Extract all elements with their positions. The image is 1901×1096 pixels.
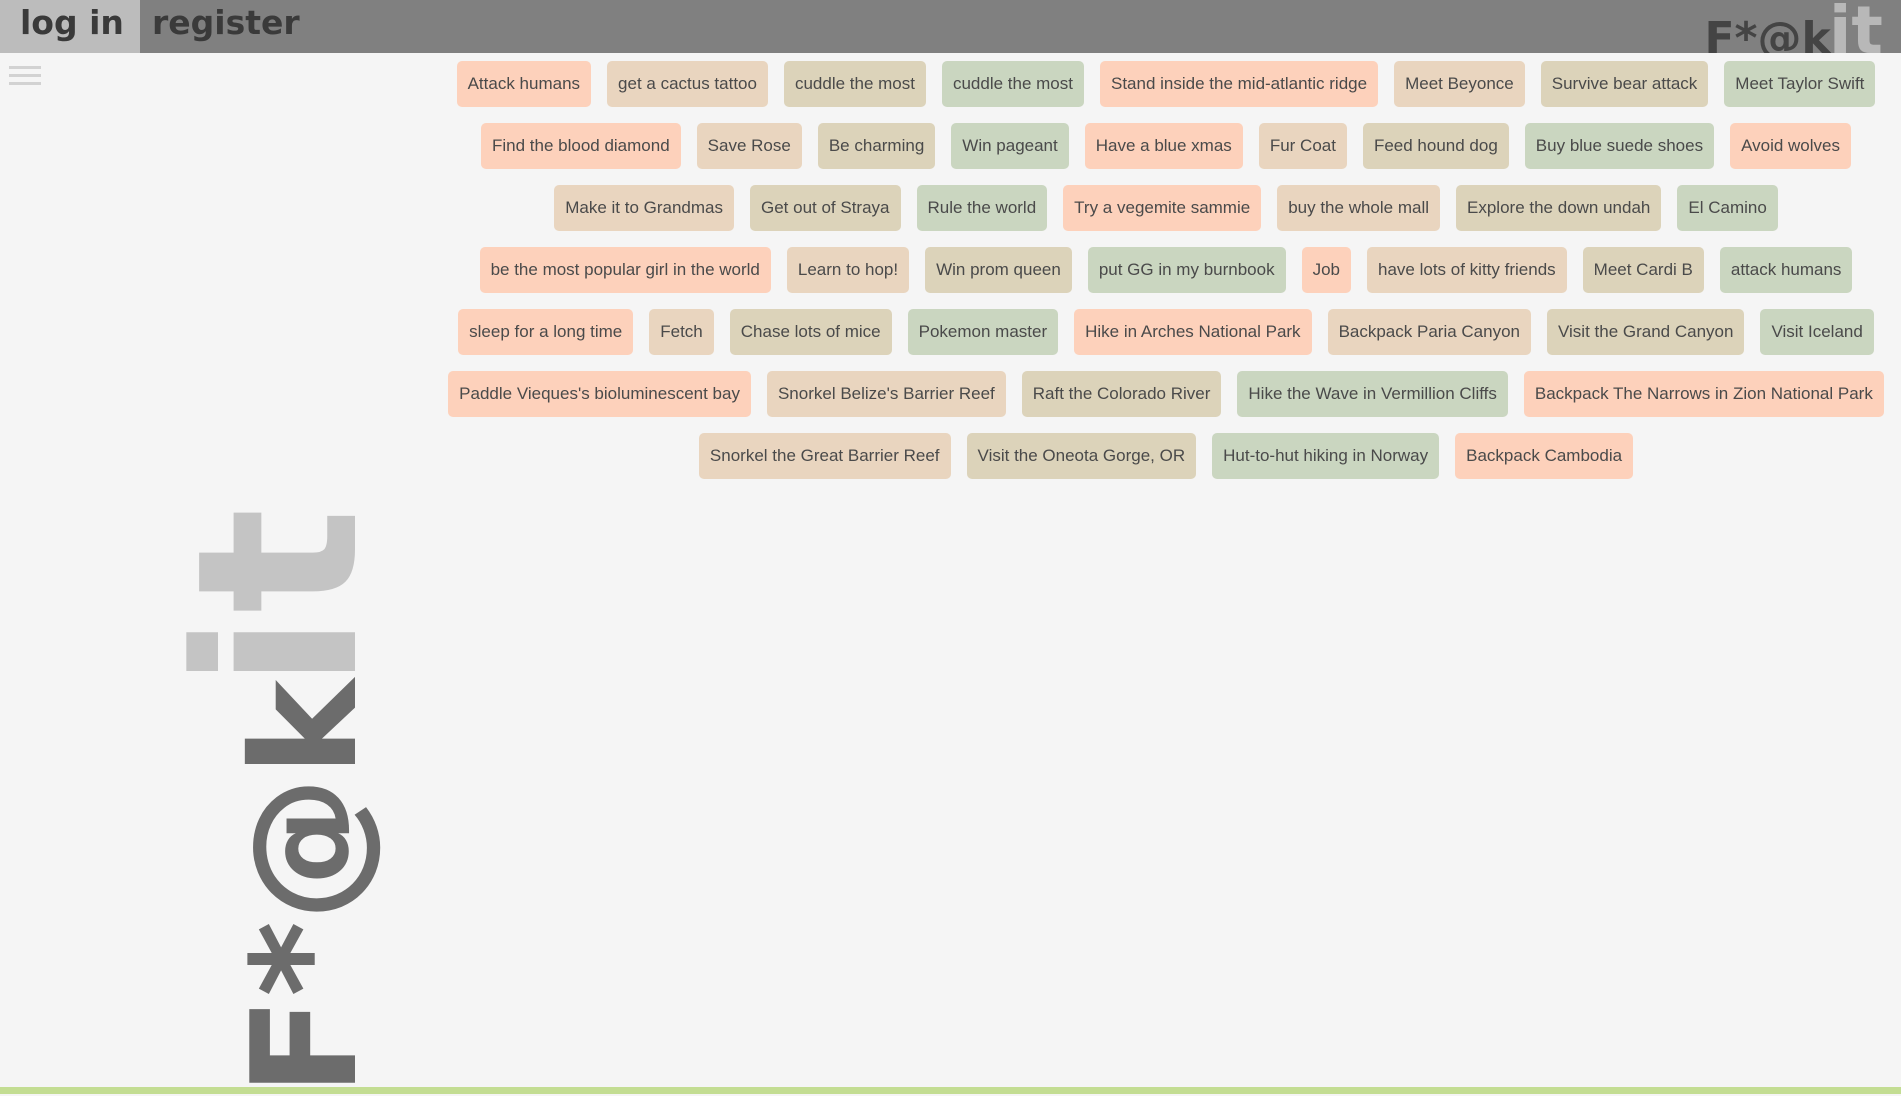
goal-tag[interactable]: Make it to Grandmas: [554, 185, 734, 231]
goal-tag[interactable]: attack humans: [1719, 247, 1853, 293]
goal-tag[interactable]: Stand inside the mid-atlantic ridge: [1099, 61, 1379, 107]
goal-tag[interactable]: buy the whole mall: [1277, 185, 1441, 231]
goal-row: sleep for a long time Fetch Chase lots of …: [446, 309, 1886, 355]
side-logo: F*@kit: [150, 507, 408, 1096]
goal-tag[interactable]: Buy blue suede shoes: [1524, 123, 1715, 169]
goal-tag[interactable]: Visit the Oneota Gorge, OR: [966, 433, 1197, 479]
goal-tag[interactable]: Try a vegemite sammie: [1063, 185, 1262, 231]
goal-tag[interactable]: Chase lots of mice: [729, 309, 892, 355]
goal-tag[interactable]: Be charming: [817, 123, 936, 169]
goal-tag[interactable]: Pokemon master: [907, 309, 1059, 355]
goal-tag[interactable]: cuddle the most: [941, 61, 1084, 107]
goal-tag[interactable]: Rule the world: [916, 185, 1048, 231]
goal-row: Paddle Vieques's bioluminescent bay Snork…: [446, 371, 1886, 417]
header-logo[interactable]: F*@kit: [1704, 0, 1883, 53]
menu-icon[interactable]: [9, 66, 41, 86]
top-nav-bar: log in register F*@kit: [0, 0, 1901, 53]
goal-tag[interactable]: Win prom queen: [925, 247, 1072, 293]
goal-tag[interactable]: Job: [1301, 247, 1352, 293]
goal-tag[interactable]: Paddle Vieques's bioluminescent bay: [448, 371, 751, 417]
side-logo-suffix: it: [150, 507, 408, 690]
goal-tag[interactable]: Win pageant: [951, 123, 1069, 169]
goal-tag[interactable]: Raft the Colorado River: [1021, 371, 1222, 417]
goal-row: Attack humans get a cactus tattoo cuddle t…: [446, 61, 1886, 107]
goal-tag[interactable]: Explore the down undah: [1456, 185, 1662, 231]
goal-tag[interactable]: Meet Beyonce: [1394, 61, 1525, 107]
goal-tag[interactable]: have lots of kitty friends: [1367, 247, 1567, 293]
goal-tag[interactable]: Meet Taylor Swift: [1724, 61, 1876, 107]
login-link[interactable]: log in: [0, 0, 140, 53]
header-logo-suffix: it: [1828, 0, 1883, 53]
goal-tag[interactable]: Hut-to-hut hiking in Norway: [1212, 433, 1440, 479]
goal-tag[interactable]: Avoid wolves: [1730, 123, 1851, 169]
goal-cloud: Attack humans get a cactus tattoo cuddle t…: [446, 61, 1886, 479]
side-logo-main: F*@k: [221, 679, 390, 1096]
goal-tag[interactable]: Visit Iceland: [1760, 309, 1874, 355]
goal-row: be the most popular girl in the world Lea…: [446, 247, 1886, 293]
goal-tag[interactable]: Fetch: [649, 309, 714, 355]
goal-row: Make it to Grandmas Get out of Straya Rule…: [446, 185, 1886, 231]
goal-tag[interactable]: cuddle the most: [783, 61, 926, 107]
goal-tag[interactable]: Hike the Wave in Vermillion Cliffs: [1237, 371, 1508, 417]
goal-tag[interactable]: sleep for a long time: [458, 309, 634, 355]
goal-tag[interactable]: Fur Coat: [1258, 123, 1347, 169]
goal-tag[interactable]: Find the blood diamond: [480, 123, 681, 169]
goal-tag[interactable]: be the most popular girl in the world: [479, 247, 771, 293]
goal-tag[interactable]: Have a blue xmas: [1084, 123, 1243, 169]
goal-tag[interactable]: Attack humans: [456, 61, 592, 107]
goal-tag[interactable]: put GG in my burnbook: [1087, 247, 1286, 293]
goal-tag[interactable]: Survive bear attack: [1540, 61, 1709, 107]
goal-tag[interactable]: Meet Cardi B: [1582, 247, 1704, 293]
goal-tag[interactable]: Feed hound dog: [1362, 123, 1509, 169]
header-logo-main: F*@k: [1704, 13, 1831, 53]
goal-tag[interactable]: Hike in Arches National Park: [1074, 309, 1312, 355]
goal-tag[interactable]: Backpack Cambodia: [1455, 433, 1634, 479]
goal-tag[interactable]: get a cactus tattoo: [607, 61, 768, 107]
bottom-accent-line: [0, 1087, 1901, 1094]
register-link[interactable]: register: [152, 0, 300, 53]
goal-tag[interactable]: Get out of Straya: [749, 185, 901, 231]
goal-tag[interactable]: Learn to hop!: [786, 247, 910, 293]
goal-tag[interactable]: El Camino: [1677, 185, 1778, 231]
goal-row: Snorkel the Great Barrier Reef Visit the …: [446, 433, 1886, 479]
goal-tag[interactable]: Save Rose: [696, 123, 802, 169]
goal-row: Find the blood diamond Save Rose Be charmi…: [446, 123, 1886, 169]
goal-tag[interactable]: Snorkel Belize's Barrier Reef: [766, 371, 1006, 417]
goal-tag[interactable]: Backpack Paria Canyon: [1327, 309, 1531, 355]
goal-tag[interactable]: Snorkel the Great Barrier Reef: [698, 433, 951, 479]
goal-tag[interactable]: Backpack The Narrows in Zion National Pa…: [1523, 371, 1884, 417]
goal-tag[interactable]: Visit the Grand Canyon: [1547, 309, 1745, 355]
